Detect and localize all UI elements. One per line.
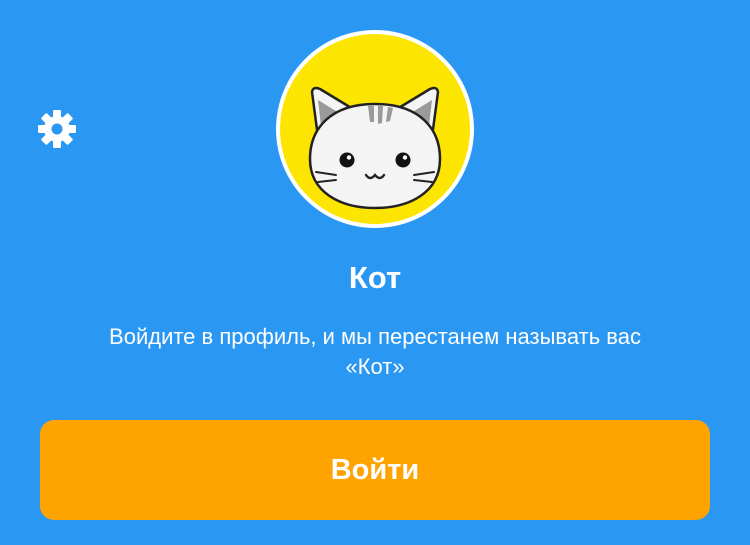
login-hint: Войдите в профиль, и мы перестанем назыв… (109, 324, 641, 379)
profile-name: Кот (348, 260, 402, 295)
avatar-circle (280, 34, 470, 224)
cat-icon (308, 86, 442, 210)
login-button[interactable]: Войти (40, 420, 710, 520)
settings-button[interactable] (36, 108, 78, 150)
gear-icon (38, 110, 76, 148)
avatar[interactable] (276, 30, 474, 228)
